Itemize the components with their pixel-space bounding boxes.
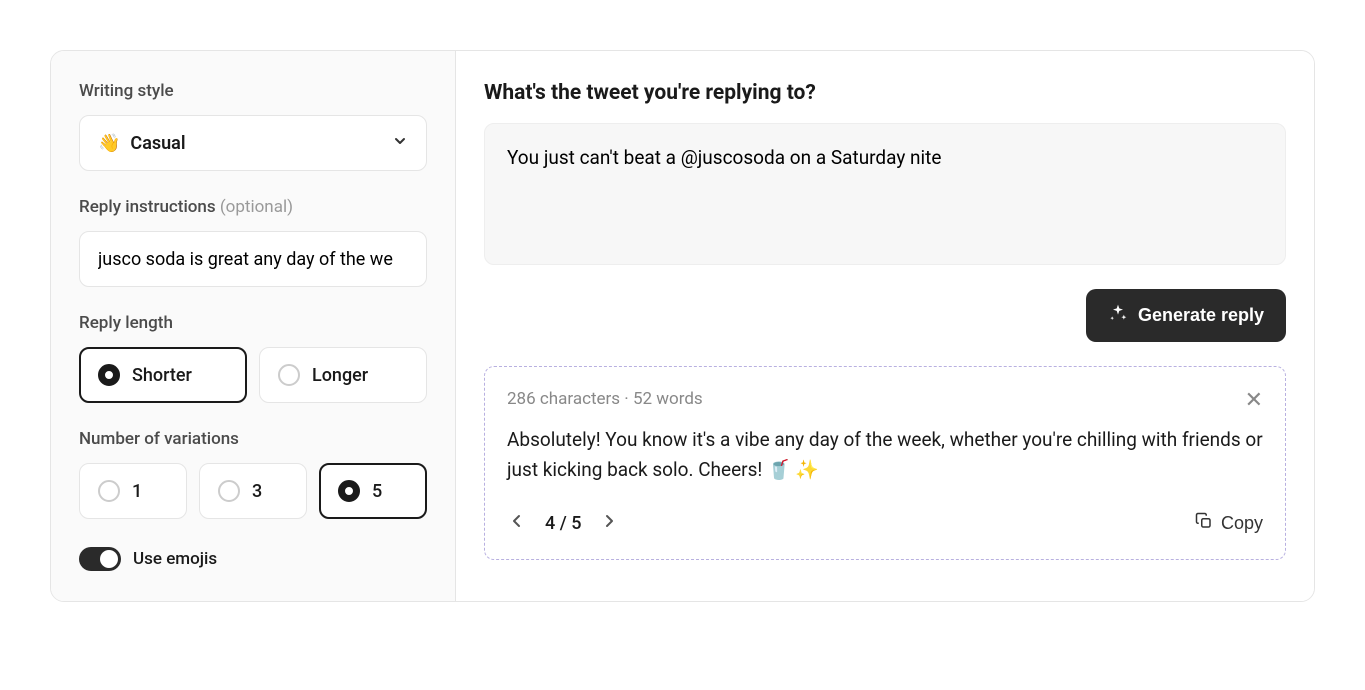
radio-icon — [218, 480, 240, 502]
prev-button[interactable] — [507, 510, 527, 537]
sparkle-icon — [1108, 303, 1128, 328]
chevron-right-icon — [603, 515, 615, 532]
use-emojis-toggle[interactable] — [79, 547, 121, 571]
copy-label: Copy — [1221, 513, 1263, 534]
length-shorter-label: Shorter — [132, 365, 192, 386]
generate-reply-button[interactable]: Generate reply — [1086, 289, 1286, 342]
reply-instructions-label: Reply instructions (optional) — [79, 197, 427, 217]
radio-icon — [98, 364, 120, 386]
radio-icon — [278, 364, 300, 386]
variations-1-label: 1 — [132, 481, 142, 502]
writing-style-label: Writing style — [79, 81, 427, 101]
main-heading: What's the tweet you're replying to? — [484, 81, 1286, 105]
copy-button[interactable]: Copy — [1195, 512, 1263, 535]
result-footer: 4 / 5 Copy — [507, 510, 1263, 537]
reply-length-section: Reply length Shorter Longer — [79, 313, 427, 403]
tweet-input[interactable] — [484, 123, 1286, 265]
variations-5-option[interactable]: 5 — [319, 463, 427, 519]
close-result-button[interactable]: ✕ — [1245, 389, 1263, 411]
generate-row: Generate reply — [484, 289, 1286, 342]
writing-style-value: 👋 Casual — [98, 133, 186, 154]
length-longer-option[interactable]: Longer — [259, 347, 427, 403]
reply-length-group: Shorter Longer — [79, 347, 427, 403]
variations-5-label: 5 — [372, 481, 382, 502]
toggle-knob — [100, 550, 118, 568]
writing-style-section: Writing style 👋 Casual — [79, 81, 427, 171]
variations-1-option[interactable]: 1 — [79, 463, 187, 519]
reply-length-label: Reply length — [79, 313, 427, 333]
result-box: 286 characters · 52 words ✕ Absolutely! … — [484, 366, 1286, 560]
reply-instructions-input[interactable] — [79, 231, 427, 287]
chevron-down-icon — [392, 133, 408, 153]
variations-3-label: 3 — [252, 481, 262, 502]
main-panel: What's the tweet you're replying to? Gen… — [456, 51, 1314, 601]
chevron-left-icon — [511, 515, 523, 532]
variations-group: 1 3 5 — [79, 463, 427, 519]
variations-label: Number of variations — [79, 429, 427, 449]
reply-instructions-section: Reply instructions (optional) — [79, 197, 427, 287]
radio-icon — [98, 480, 120, 502]
pagination: 4 / 5 — [507, 510, 619, 537]
use-emojis-label: Use emojis — [133, 549, 217, 569]
wave-icon: 👋 — [98, 133, 120, 154]
close-icon: ✕ — [1245, 387, 1263, 412]
result-stats: 286 characters · 52 words — [507, 389, 703, 409]
page-indicator: 4 / 5 — [545, 513, 581, 534]
variations-section: Number of variations 1 3 5 — [79, 429, 427, 519]
reply-text: Absolutely! You know it's a vibe any day… — [507, 425, 1263, 486]
length-longer-label: Longer — [312, 365, 368, 386]
app-container: Writing style 👋 Casual Reply instruction… — [50, 50, 1315, 602]
generate-reply-label: Generate reply — [1138, 305, 1264, 326]
variations-3-option[interactable]: 3 — [199, 463, 307, 519]
writing-style-text: Casual — [130, 133, 185, 154]
next-button[interactable] — [599, 510, 619, 537]
radio-icon — [338, 480, 360, 502]
copy-icon — [1195, 512, 1213, 535]
use-emojis-row: Use emojis — [79, 547, 427, 571]
length-shorter-option[interactable]: Shorter — [79, 347, 247, 403]
writing-style-select[interactable]: 👋 Casual — [79, 115, 427, 171]
result-header: 286 characters · 52 words ✕ — [507, 389, 1263, 411]
sidebar: Writing style 👋 Casual Reply instruction… — [51, 51, 456, 601]
